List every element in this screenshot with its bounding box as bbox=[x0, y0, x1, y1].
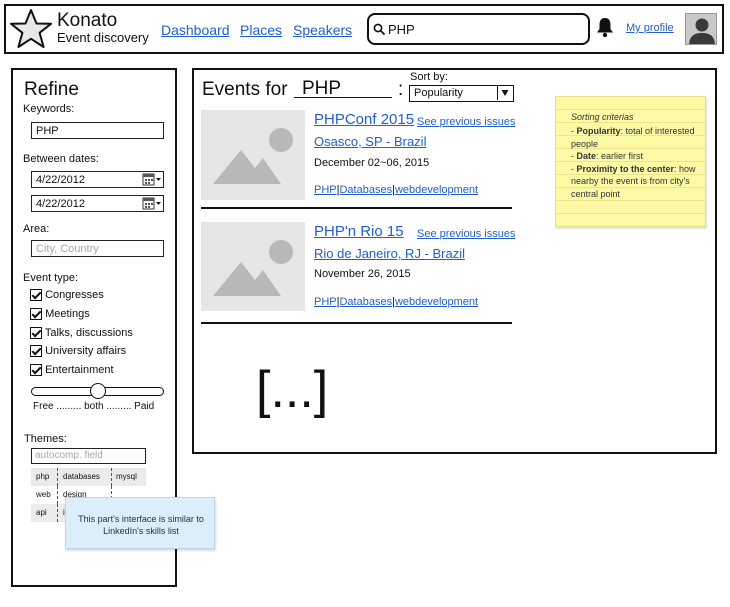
bell-icon[interactable] bbox=[595, 16, 615, 38]
themes-input-placeholder: autocomp. field bbox=[35, 450, 103, 461]
checkbox-checked[interactable] bbox=[30, 308, 42, 321]
sorting-note-item: - Popularity: total of interested people bbox=[571, 126, 695, 149]
events-for-label: Events for bbox=[202, 79, 288, 100]
area-label: Area: bbox=[23, 223, 50, 235]
see-previous-issues-link[interactable]: See previous issues bbox=[417, 228, 515, 240]
image-placeholder-icon bbox=[213, 240, 293, 296]
brand-tagline: Event discovery bbox=[57, 30, 149, 45]
event-date: November 26, 2015 bbox=[314, 268, 411, 280]
keywords-label: Keywords: bbox=[23, 103, 75, 115]
my-profile-link[interactable]: My profile bbox=[626, 22, 674, 34]
event-type-entertainment[interactable]: Entertainment bbox=[30, 364, 114, 377]
sorting-sticky-note: Sorting criterias - Popularity: total of… bbox=[555, 96, 706, 227]
sort-select-value: Popularity bbox=[414, 87, 463, 99]
themes-sticky-note: This part's interface is similar to Link… bbox=[65, 497, 215, 549]
query-field[interactable]: PHP bbox=[294, 77, 392, 99]
area-input-placeholder: City, Country bbox=[36, 243, 99, 255]
checkbox-checked[interactable] bbox=[30, 327, 42, 340]
tag-link-databases[interactable]: Databases bbox=[339, 184, 392, 196]
calendar-icon[interactable] bbox=[142, 172, 163, 187]
date-from-value: 4/22/2012 bbox=[36, 174, 85, 186]
logo-star-icon[interactable] bbox=[9, 8, 53, 50]
see-previous-issues-link[interactable]: See previous issues bbox=[417, 116, 515, 128]
theme-cell-api[interactable]: api bbox=[31, 504, 57, 522]
event-divider bbox=[201, 207, 512, 209]
search-input[interactable]: PHP bbox=[367, 13, 590, 45]
dates-label: Between dates: bbox=[23, 153, 99, 165]
sidebar-title: Refine bbox=[24, 79, 79, 100]
checkbox-checked[interactable] bbox=[30, 345, 42, 358]
event-location-link[interactable]: Osasco, SP - Brazil bbox=[314, 134, 426, 149]
event-type-meetings[interactable]: Meetings bbox=[30, 308, 90, 321]
keywords-input[interactable]: PHP bbox=[31, 122, 164, 139]
event-type-university[interactable]: University affairs bbox=[30, 345, 127, 358]
brand-name[interactable]: Konato bbox=[57, 10, 117, 32]
sorting-note-item: - Proximity to the center: how nearby th… bbox=[571, 163, 696, 199]
nav-places[interactable]: Places bbox=[240, 22, 282, 38]
themes-input[interactable]: autocomp. field bbox=[31, 448, 146, 464]
event-date: December 02~06, 2015 bbox=[314, 157, 430, 169]
nav-dashboard[interactable]: Dashboard bbox=[161, 22, 230, 38]
query-field-value: PHP bbox=[302, 78, 342, 99]
price-slider-thumb[interactable] bbox=[89, 383, 106, 399]
checkbox-checked[interactable] bbox=[30, 289, 42, 302]
event-type-label-text: Congresses bbox=[45, 289, 104, 301]
image-placeholder-icon bbox=[213, 128, 293, 184]
tag-link-webdevelopment[interactable]: webdevelopment bbox=[395, 184, 478, 196]
checkbox-checked[interactable] bbox=[30, 364, 42, 377]
event-tags: PHP|Databases|webdevelopment bbox=[314, 296, 479, 308]
theme-cell-web[interactable]: web bbox=[31, 486, 57, 504]
event-type-congresses[interactable]: Congresses bbox=[30, 289, 104, 302]
theme-cell-databases[interactable]: databases bbox=[57, 468, 111, 486]
event-type-label: Event type: bbox=[23, 272, 79, 284]
chevron-down-icon[interactable] bbox=[497, 86, 513, 100]
tag-link-webdevelopment[interactable]: webdevelopment bbox=[395, 296, 478, 308]
event-type-label-text: University affairs bbox=[45, 345, 127, 357]
theme-cell-php[interactable]: php bbox=[31, 468, 57, 486]
event-type-label-text: Meetings bbox=[45, 308, 90, 320]
calendar-icon[interactable] bbox=[142, 196, 163, 211]
tag-link-php[interactable]: PHP bbox=[314, 296, 337, 308]
area-input[interactable]: City, Country bbox=[31, 240, 164, 257]
sort-label: Sort by: bbox=[410, 71, 448, 83]
more-results-placeholder: [...] bbox=[256, 361, 329, 419]
event-image-placeholder[interactable] bbox=[201, 110, 305, 200]
tag-link-databases[interactable]: Databases bbox=[339, 296, 392, 308]
sorting-note-heading: Sorting criterias bbox=[571, 112, 634, 122]
sorting-note-body: - Popularity: total of interested people… bbox=[571, 125, 699, 201]
event-title-link[interactable]: PHPConf 2015 bbox=[314, 111, 414, 128]
search-icon bbox=[373, 23, 386, 36]
query-colon: : bbox=[398, 79, 404, 100]
event-tags: PHP|Databases|webdevelopment bbox=[314, 184, 479, 196]
event-type-label-text: Talks, discussions bbox=[44, 327, 133, 339]
event-location-link[interactable]: Rio de Janeiro, RJ - Brazil bbox=[314, 246, 465, 261]
sort-select[interactable]: Popularity bbox=[409, 85, 514, 102]
date-to-value: 4/22/2012 bbox=[36, 198, 85, 210]
tag-link-php[interactable]: PHP bbox=[314, 184, 337, 196]
event-type-talks[interactable]: Talks, discussions bbox=[30, 327, 133, 340]
nav-speakers[interactable]: Speakers bbox=[293, 22, 352, 38]
search-input-value: PHP bbox=[388, 22, 415, 37]
themes-label: Themes: bbox=[24, 433, 67, 445]
event-title-link[interactable]: PHP'n Rio 15 bbox=[314, 223, 404, 240]
theme-cell-mysql[interactable]: mysql bbox=[111, 468, 146, 486]
event-type-label-text: Entertainment bbox=[45, 364, 114, 376]
event-divider bbox=[201, 322, 512, 324]
sorting-note-item: - Date: earlier first bbox=[571, 151, 644, 162]
keywords-input-value: PHP bbox=[36, 125, 59, 137]
avatar[interactable] bbox=[685, 13, 717, 45]
themes-sticky-note-text: This part's interface is similar to Link… bbox=[78, 514, 204, 536]
event-image-placeholder[interactable] bbox=[201, 222, 305, 311]
price-scale-label: Free ......... both ......... Paid bbox=[33, 401, 155, 412]
